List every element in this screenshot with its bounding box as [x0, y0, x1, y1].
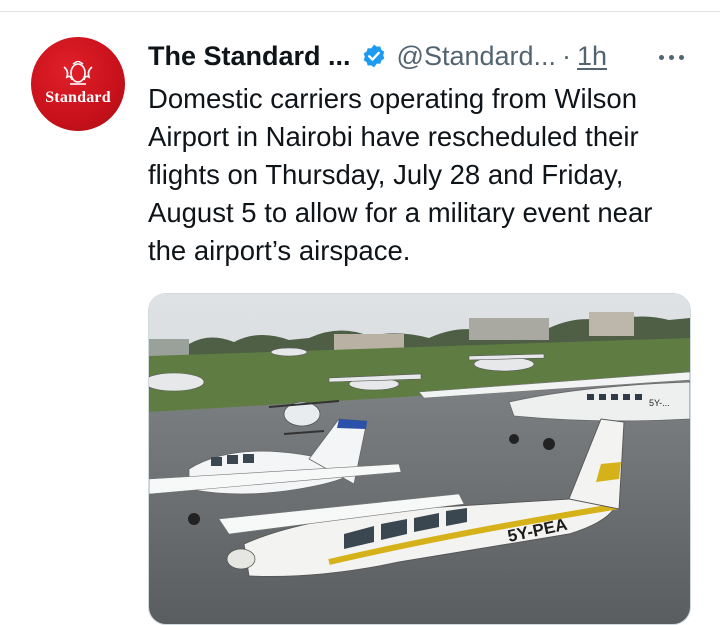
- timestamp-link[interactable]: 1h: [577, 41, 607, 72]
- airport-photo: 5Y-... 5Y-PEA: [149, 294, 690, 624]
- separator-dot: ·: [562, 40, 572, 71]
- more-options-icon[interactable]: [651, 47, 691, 67]
- author-name[interactable]: The Standard ...: [148, 41, 351, 72]
- tweet-text: Domestic carriers operating from Wilson …: [148, 83, 653, 266]
- timeline-divider: [0, 11, 720, 12]
- crest-logo-icon: [63, 61, 93, 85]
- avatar-brand-text: Standard: [45, 89, 111, 106]
- avatar[interactable]: Standard: [31, 37, 125, 131]
- tweet-photo[interactable]: 5Y-... 5Y-PEA: [148, 293, 691, 625]
- verified-badge-icon: [361, 43, 387, 69]
- registration-small: 5Y-...: [649, 398, 670, 408]
- tweet-header: The Standard ... @Standard... · 1h: [148, 36, 693, 76]
- author-handle[interactable]: @Standard...: [397, 41, 557, 72]
